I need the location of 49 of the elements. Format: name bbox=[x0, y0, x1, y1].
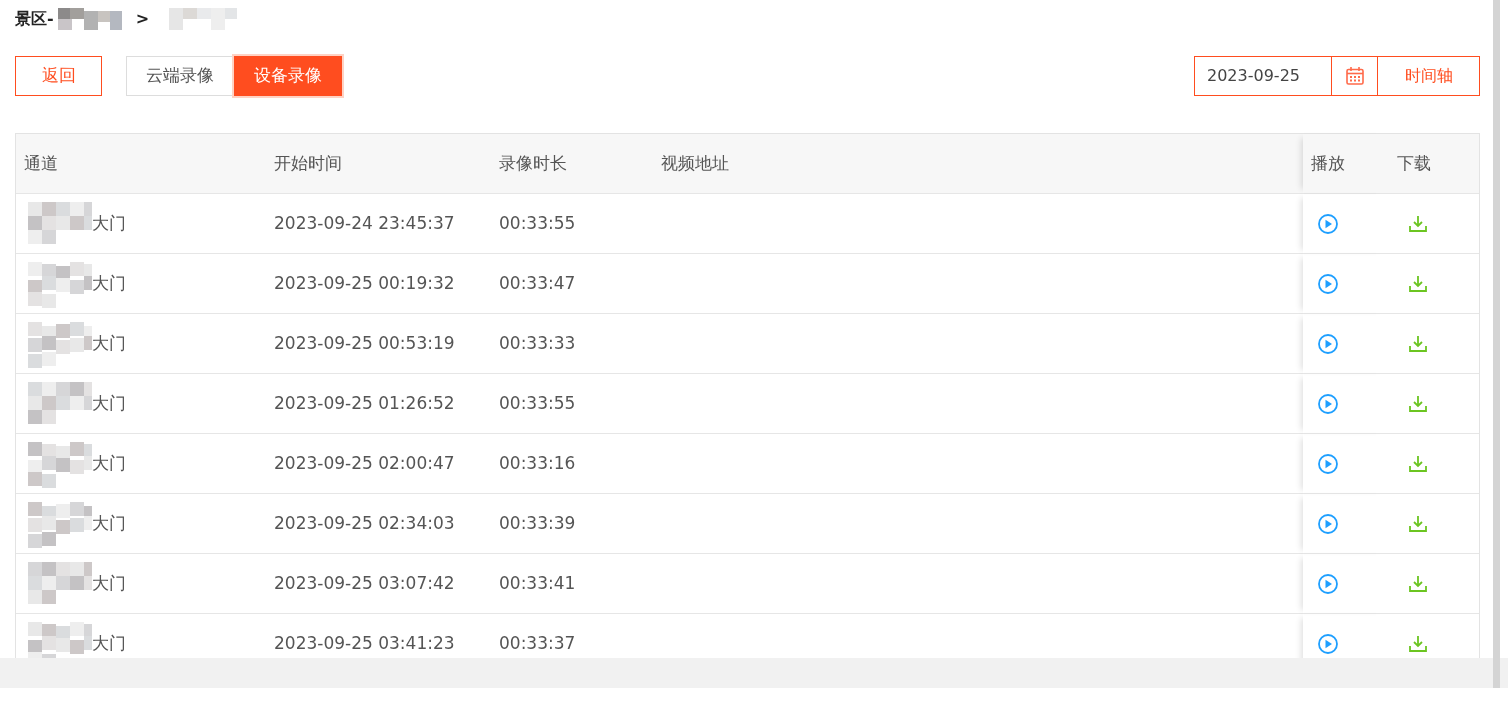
table-cell: 00:33:41 bbox=[499, 573, 576, 594]
table-cell-text: 大门 bbox=[92, 572, 126, 596]
table-cell-text: 大门 bbox=[92, 332, 126, 356]
table-cell: 00:33:47 bbox=[499, 273, 576, 294]
table-cell-text: 大门 bbox=[92, 632, 126, 656]
tab[interactable]: 设备录像 bbox=[234, 56, 342, 96]
table-cell: 2023-09-25 02:00:47 bbox=[274, 453, 455, 474]
column-header: 视频地址 bbox=[661, 152, 729, 173]
table-cell: 00:33:39 bbox=[499, 513, 576, 534]
play-icon[interactable] bbox=[1317, 513, 1339, 535]
table-cell: 00:33:55 bbox=[499, 393, 576, 414]
play-icon[interactable] bbox=[1317, 213, 1339, 235]
table-cell-text: 大门 bbox=[92, 392, 126, 416]
table-cell: 2023-09-24 23:45:37 bbox=[274, 213, 455, 234]
play-icon[interactable] bbox=[1317, 393, 1339, 415]
play-icon[interactable] bbox=[1317, 273, 1339, 295]
back-button[interactable]: 返回 bbox=[15, 56, 102, 96]
date-field[interactable]: 2023-09-25 bbox=[1194, 56, 1332, 96]
table-cell: 00:33:33 bbox=[499, 333, 576, 354]
table-cell: 00:33:55 bbox=[499, 213, 576, 234]
column-header: 通道 bbox=[24, 152, 58, 173]
table-cell-text: 大门 bbox=[92, 512, 126, 536]
timeline-button[interactable]: 时间轴 bbox=[1378, 56, 1480, 96]
calendar-icon[interactable] bbox=[1344, 66, 1365, 86]
play-icon[interactable] bbox=[1317, 633, 1339, 655]
table-cell-text: 大门 bbox=[92, 212, 126, 236]
table-cell-text: 大门 bbox=[92, 272, 126, 296]
scrollbar[interactable] bbox=[1493, 0, 1500, 688]
column-header: 下载 bbox=[1397, 152, 1431, 173]
table-cell-text: 大门 bbox=[92, 452, 126, 476]
table-cell: 2023-09-25 00:19:32 bbox=[274, 273, 455, 294]
table-cell: 2023-09-25 03:41:23 bbox=[274, 633, 455, 654]
table-cell: 00:33:16 bbox=[499, 453, 576, 474]
tab[interactable]: 云端录像 bbox=[126, 56, 234, 96]
play-icon[interactable] bbox=[1317, 333, 1339, 355]
table-cell: 2023-09-25 01:26:52 bbox=[274, 393, 455, 414]
column-header: 播放 bbox=[1311, 151, 1345, 175]
pixelated-text-drawing bbox=[169, 7, 240, 30]
breadcrumb-item: 景区- bbox=[15, 7, 54, 30]
play-icon[interactable] bbox=[1317, 453, 1339, 475]
table-cell: 2023-09-25 03:07:42 bbox=[274, 573, 455, 594]
column-header: 录像时长 bbox=[499, 152, 567, 173]
pixelated-text-drawing bbox=[57, 7, 124, 30]
play-icon[interactable] bbox=[1317, 573, 1339, 595]
column-header: 开始时间 bbox=[274, 152, 342, 173]
breadcrumb-separator: > bbox=[135, 7, 150, 30]
table-cell: 2023-09-25 02:34:03 bbox=[274, 513, 455, 534]
table-cell: 2023-09-25 00:53:19 bbox=[274, 333, 455, 354]
table-cell: 00:33:37 bbox=[499, 633, 576, 654]
